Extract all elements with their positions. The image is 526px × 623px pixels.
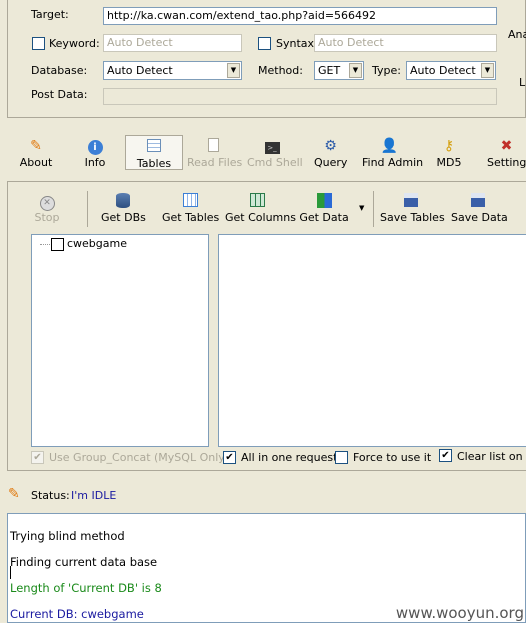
- key-icon: ⚷: [443, 138, 455, 154]
- file-icon: [204, 138, 222, 154]
- toolbar-divider: [373, 191, 374, 227]
- grid-icon: [181, 193, 199, 209]
- tools-icon: ✖: [500, 138, 513, 154]
- save-data-button[interactable]: Save Data: [451, 193, 508, 224]
- tables-icon: [145, 139, 163, 155]
- all-in-one-label: All in one request.: [241, 451, 341, 464]
- database-select[interactable]: Auto Detect ▼: [103, 61, 242, 80]
- clear-list-checkbox[interactable]: ✔: [439, 449, 452, 462]
- log-line: Current DB: cwebgame: [10, 607, 144, 621]
- database-label: Database:: [31, 64, 88, 77]
- stop-icon: ✕: [38, 193, 56, 211]
- toolbar-settings-label: Settings: [487, 156, 526, 169]
- log-line: Length of 'Current DB' is 8: [10, 581, 162, 595]
- force-label: Force to use it: [353, 451, 432, 464]
- type-select-value: Auto Detect: [410, 64, 476, 77]
- dropdown-arrow-icon[interactable]: ▼: [359, 204, 364, 212]
- get-tables-label: Get Tables: [162, 211, 220, 224]
- toolbar-cmdshell-button[interactable]: >_ Cmd Shell: [247, 138, 303, 169]
- get-columns-button[interactable]: Get Columns: [225, 193, 296, 224]
- target-label: Target:: [31, 8, 69, 21]
- toolbar-about-label: About: [19, 156, 53, 169]
- save-icon: [469, 193, 487, 209]
- type-label: Type:: [372, 64, 401, 77]
- status-carrot-icon: ✎: [8, 486, 20, 502]
- keyword-input[interactable]: Auto Detect: [103, 34, 242, 52]
- method-select[interactable]: GET ▼: [314, 61, 364, 80]
- syntax-input[interactable]: Auto Detect: [314, 34, 497, 52]
- toolbar-settings-button[interactable]: ✖ Settings: [487, 138, 526, 169]
- watermark: www.wooyun.org: [395, 604, 524, 622]
- status-label: Status:: [31, 489, 70, 502]
- toolbar-divider: [87, 191, 88, 227]
- toolbar-about-button[interactable]: ✎ About: [18, 138, 54, 169]
- save-tables-button[interactable]: Save Tables: [380, 193, 445, 224]
- target-input[interactable]: http://ka.cwan.com/extend_tao.php?aid=56…: [103, 7, 497, 25]
- toolbar-query-button[interactable]: ⚙ Query: [314, 138, 347, 169]
- stop-label: Stop: [34, 211, 60, 224]
- stop-button[interactable]: ✕ Stop: [34, 193, 60, 224]
- side-label-l: L: [519, 76, 526, 89]
- save-tables-label: Save Tables: [380, 211, 445, 224]
- tree-node-checkbox[interactable]: [51, 238, 64, 251]
- toolbar-findadmin-button[interactable]: 👤 Find Admin: [362, 138, 423, 169]
- syntax-label: Syntax:: [276, 37, 318, 50]
- toolbar-readfiles-label: Read Files: [187, 156, 243, 169]
- toolbar-md5-button[interactable]: ⚷ MD5: [436, 138, 462, 169]
- tree-line: [40, 244, 50, 245]
- database-select-value: Auto Detect: [107, 64, 173, 77]
- log-line: Finding current data base: [10, 555, 158, 569]
- chevron-down-icon: ▼: [349, 63, 362, 78]
- toolbar-md5-label: MD5: [436, 156, 462, 169]
- chevron-down-icon: ▼: [227, 63, 240, 78]
- get-dbs-label: Get DBs: [101, 211, 146, 224]
- columns-icon: [248, 193, 266, 209]
- text-cursor: [10, 566, 11, 579]
- syntax-checkbox[interactable]: [258, 37, 271, 50]
- get-columns-label: Get Columns: [225, 211, 296, 224]
- tree-node-label[interactable]: cwebgame: [67, 237, 127, 250]
- chevron-down-icon: ▼: [481, 63, 494, 78]
- get-dbs-button[interactable]: Get DBs: [101, 193, 146, 224]
- method-select-value: GET: [318, 64, 341, 77]
- side-label-ana: Ana: [508, 28, 526, 41]
- force-checkbox[interactable]: [335, 451, 348, 464]
- keyword-label: Keyword:: [49, 37, 100, 50]
- get-data-label: Get Data: [299, 211, 349, 224]
- toolbar-info-label: Info: [84, 156, 106, 169]
- save-data-label: Save Data: [451, 211, 508, 224]
- query-icon: ⚙: [324, 138, 337, 154]
- admin-icon: 👤: [380, 138, 399, 154]
- toolbar-cmdshell-label: Cmd Shell: [247, 156, 303, 169]
- toolbar-readfiles-button[interactable]: Read Files: [187, 138, 243, 169]
- toolbar-tables-button[interactable]: Tables: [125, 135, 183, 170]
- toolbar-info-button[interactable]: i Info: [80, 138, 110, 169]
- clear-list-label: Clear list on ge: [457, 450, 526, 463]
- toolbar-tables-label: Tables: [136, 157, 172, 170]
- info-icon: i: [86, 138, 104, 155]
- group-concat-checkbox[interactable]: ✔: [31, 451, 44, 464]
- postdata-label: Post Data:: [31, 88, 88, 101]
- type-select[interactable]: Auto Detect ▼: [406, 61, 496, 80]
- get-data-button[interactable]: Get Data: [299, 193, 349, 224]
- carrot-icon: ✎: [30, 138, 42, 154]
- terminal-icon: >_: [263, 138, 281, 154]
- group-concat-label: Use Group_Concat (MySQL Only): [49, 451, 230, 464]
- all-in-one-checkbox[interactable]: ✔: [223, 451, 236, 464]
- database-tree[interactable]: cwebgame: [31, 234, 209, 447]
- method-label: Method:: [258, 64, 303, 77]
- postdata-input[interactable]: [103, 88, 497, 105]
- toolbar-query-label: Query: [314, 156, 348, 169]
- database-icon: [114, 193, 132, 209]
- status-value: I'm IDLE: [71, 489, 117, 502]
- data-list[interactable]: [218, 234, 526, 447]
- log-line: Trying blind method: [10, 529, 125, 543]
- save-icon: [402, 193, 420, 209]
- data-icon: [315, 193, 333, 209]
- toolbar-findadmin-label: Find Admin: [362, 156, 424, 169]
- get-tables-button[interactable]: Get Tables: [162, 193, 220, 224]
- keyword-checkbox[interactable]: [32, 37, 45, 50]
